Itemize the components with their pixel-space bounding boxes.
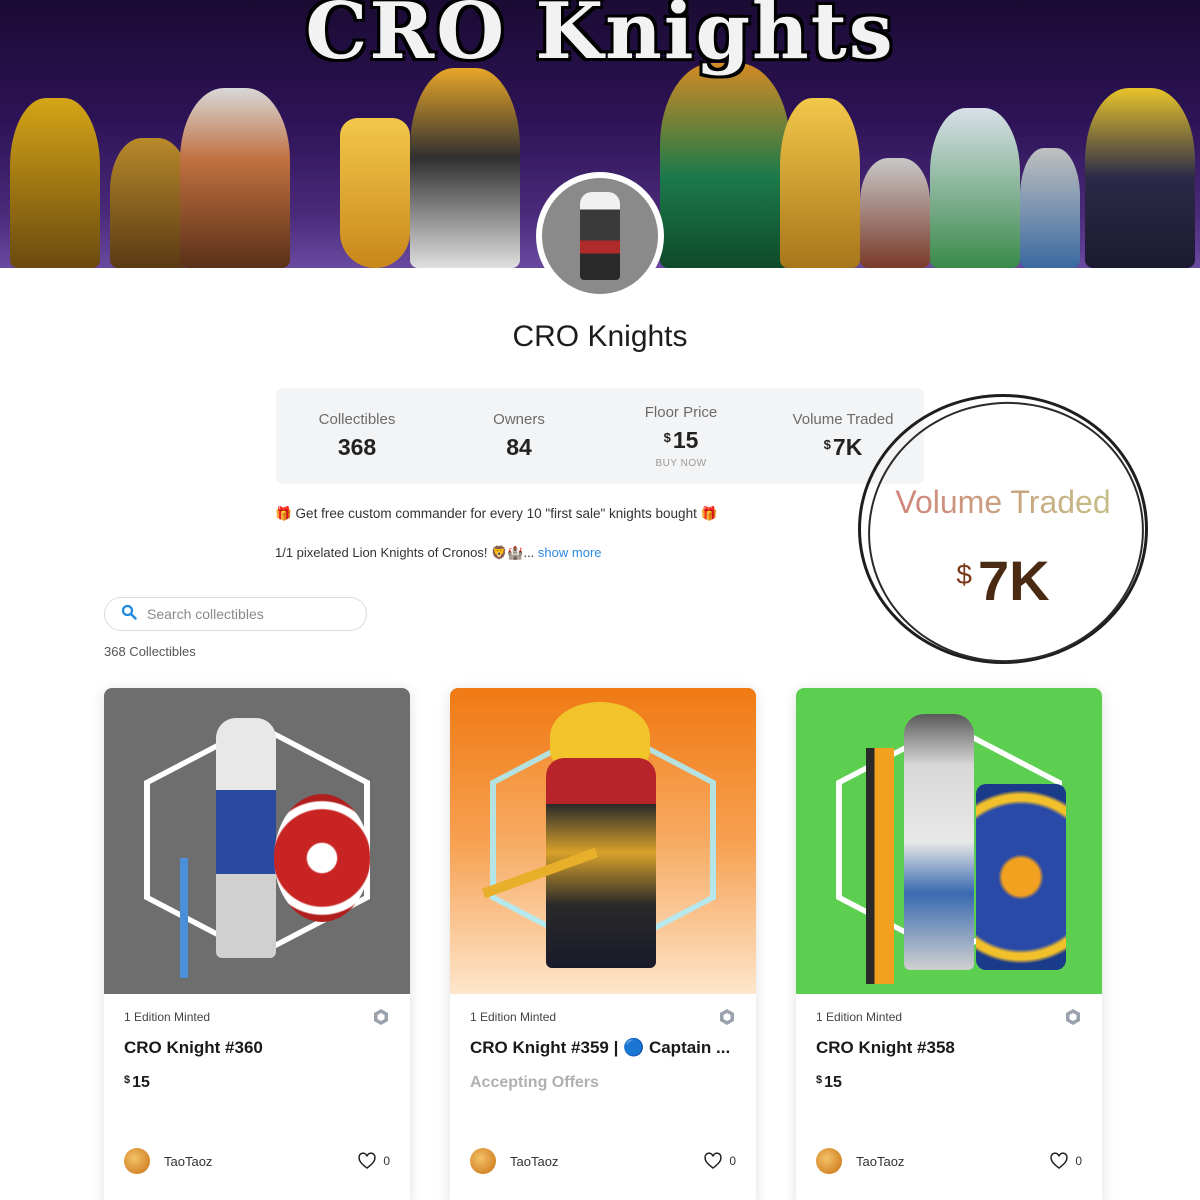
edition-label: 1 Edition Minted <box>470 1010 557 1024</box>
banner-knight-art <box>1020 148 1080 268</box>
card-price: $15 <box>124 1074 390 1092</box>
card-image[interactable] <box>104 688 410 994</box>
stat-label: Volume Traded <box>792 411 894 428</box>
banner-knight-art <box>10 98 100 268</box>
card-body: 1 Edition Minted CRO Knight #359 | 🔵 Cap… <box>450 994 756 1092</box>
card-footer: TaoTaoz 0 <box>816 1148 1082 1174</box>
search-bar[interactable] <box>104 597 367 631</box>
offer-status: Accepting Offers <box>470 1074 599 1091</box>
chain-icon <box>374 1009 388 1025</box>
description-snippet: 1/1 pixelated Lion Knights of Cronos! 🦁🏰… <box>275 545 535 560</box>
heart-icon <box>704 1152 722 1170</box>
avatar-knight-art <box>580 192 620 280</box>
stat-label: Floor Price <box>644 403 718 421</box>
card-body: 1 Edition Minted CRO Knight #358 $15 <box>796 994 1102 1092</box>
owner-name[interactable]: TaoTaoz <box>856 1154 904 1169</box>
card-title[interactable]: CRO Knight #358 <box>816 1038 1084 1058</box>
collectibles-count: 368 Collectibles <box>104 644 196 659</box>
owner-avatar[interactable] <box>124 1148 150 1174</box>
like-button[interactable]: 0 <box>703 1151 736 1171</box>
chain-icon <box>720 1009 734 1025</box>
collectible-card[interactable]: 1 Edition Minted CRO Knight #359 | 🔵 Cap… <box>450 688 756 1200</box>
banner-logo-text: CRO Knights <box>305 0 895 77</box>
card-footer: TaoTaoz 0 <box>124 1148 390 1174</box>
greatsword-art <box>866 748 894 984</box>
owner-name[interactable]: TaoTaoz <box>510 1154 558 1169</box>
buy-now-link[interactable]: BUY NOW <box>655 458 706 469</box>
banner-knight-art <box>410 68 520 268</box>
banner-knight-art <box>780 98 860 268</box>
stat-floor-price[interactable]: Floor Price $15 BUY NOW <box>600 388 762 484</box>
chain-icon <box>1066 1009 1080 1025</box>
card-image[interactable] <box>796 688 1102 994</box>
card-price: $15 <box>816 1074 1082 1092</box>
stat-number: 7K <box>832 434 863 460</box>
like-count: 0 <box>383 1154 390 1168</box>
stat-value: $15 <box>664 427 699 454</box>
price-value: 15 <box>824 1074 842 1091</box>
edition-label: 1 Edition Minted <box>816 1010 903 1024</box>
stat-collectibles: Collectibles 368 <box>276 388 438 484</box>
collection-avatar <box>536 172 664 300</box>
stat-value: 84 <box>506 434 532 460</box>
stat-label: Collectibles <box>318 411 396 428</box>
card-title[interactable]: CRO Knight #359 | 🔵 Captain ... <box>470 1038 738 1058</box>
avatar-image <box>542 178 658 294</box>
banner-knight-art <box>1085 88 1195 268</box>
show-more-link[interactable]: show more <box>538 545 602 560</box>
currency-symbol: $ <box>956 559 972 590</box>
stats-panel: Collectibles 368 Owners 84 Floor Price $… <box>276 388 924 484</box>
currency-symbol: $ <box>663 429 671 445</box>
price-value: 15 <box>132 1074 150 1091</box>
banner-knight-art <box>180 88 290 268</box>
banner-knight-art <box>660 63 790 268</box>
callout-label: Volume Traded <box>858 484 1148 521</box>
banner-knight-art <box>860 158 930 268</box>
callout-number: 7K <box>977 549 1050 612</box>
like-count: 0 <box>1075 1154 1082 1168</box>
currency-symbol: $ <box>823 437 831 452</box>
like-button[interactable]: 0 <box>357 1151 390 1171</box>
stat-label: Owners <box>493 411 545 428</box>
stat-value: $7K <box>824 434 863 461</box>
currency-symbol: $ <box>816 1074 823 1086</box>
blue-shield-art <box>976 784 1066 970</box>
banner-shield-art <box>340 118 410 268</box>
owner-avatar[interactable] <box>470 1148 496 1174</box>
promo-text: 🎁 Get free custom commander for every 10… <box>275 506 718 521</box>
card-footer: TaoTaoz 0 <box>470 1148 736 1174</box>
currency-symbol: $ <box>124 1074 131 1086</box>
search-input[interactable] <box>147 606 347 622</box>
heart-icon <box>358 1152 376 1170</box>
callout-value: $7K <box>858 548 1148 613</box>
card-body: 1 Edition Minted CRO Knight #360 $15 <box>104 994 410 1092</box>
card-image[interactable] <box>450 688 756 994</box>
collectible-card[interactable]: 1 Edition Minted CRO Knight #358 $15 Tao… <box>796 688 1102 1200</box>
search-icon <box>121 604 137 625</box>
knight-figure-art <box>216 718 276 958</box>
edition-label: 1 Edition Minted <box>124 1010 211 1024</box>
banner-knight-art <box>930 108 1020 268</box>
stat-value: 368 <box>337 434 377 460</box>
owner-name[interactable]: TaoTaoz <box>164 1154 212 1169</box>
heart-icon <box>1050 1152 1068 1170</box>
description-text: 1/1 pixelated Lion Knights of Cronos! 🦁🏰… <box>275 545 602 561</box>
knight-figure-art <box>904 714 974 970</box>
stat-owners: Owners 84 <box>438 388 600 484</box>
collectible-card[interactable]: 1 Edition Minted CRO Knight #360 $15 Tao… <box>104 688 410 1200</box>
like-count: 0 <box>729 1154 736 1168</box>
sword-art <box>180 858 188 978</box>
page-title: CRO Knights <box>512 320 688 353</box>
red-shield-art <box>274 794 370 922</box>
banner-knight-art <box>110 138 190 268</box>
like-button[interactable]: 0 <box>1049 1151 1082 1171</box>
stat-number: 15 <box>672 426 699 453</box>
owner-avatar[interactable] <box>816 1148 842 1174</box>
card-title[interactable]: CRO Knight #360 <box>124 1038 392 1058</box>
